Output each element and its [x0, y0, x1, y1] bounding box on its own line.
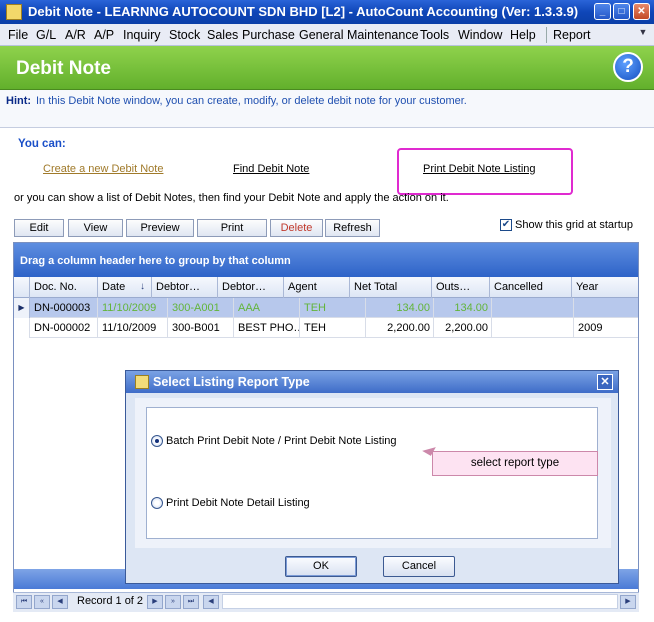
app-icon: [6, 4, 22, 20]
show-grid-startup-checkbox[interactable]: ✔: [500, 219, 512, 231]
cell-date[interactable]: 11/10/2009: [98, 318, 168, 338]
first-record-icon[interactable]: ⏮: [16, 595, 32, 609]
cell-doc-no[interactable]: DN-000003: [30, 298, 98, 318]
view-button[interactable]: View: [68, 219, 123, 237]
batch-print-option-label[interactable]: Batch Print Debit Note / Print Debit Not…: [166, 435, 397, 447]
dialog-title-bar: Select Listing Report Type: [126, 371, 618, 393]
find-debit-note-link[interactable]: Find Debit Note: [233, 163, 309, 175]
menu-purchase[interactable]: Purchase: [242, 28, 295, 42]
table-row[interactable]: ▶ DN-000003 11/10/2009 300-A001 AAA TEH …: [14, 298, 638, 318]
menu-file[interactable]: File: [8, 28, 28, 42]
sort-descending-icon: ↓: [140, 281, 145, 292]
window-title-bar: Debit Note - LEARNNG AUTOCOUNT SDN BHD […: [0, 0, 654, 24]
chevron-down-icon[interactable]: ▼: [636, 27, 650, 43]
menu-sales[interactable]: Sales: [207, 28, 238, 42]
column-header-debtor-code[interactable]: Debtor…: [152, 277, 218, 298]
row-indicator-icon: ▶: [14, 298, 30, 318]
next-record-icon[interactable]: ▶: [147, 595, 163, 609]
menu-separator: [546, 27, 547, 43]
detail-listing-radio[interactable]: [151, 497, 163, 509]
scroll-right-icon[interactable]: ▶: [620, 595, 636, 609]
previous-record-icon[interactable]: ◀: [52, 595, 68, 609]
menu-general-maintenance[interactable]: General Maintenance: [299, 28, 419, 42]
cell-net-total[interactable]: 2,200.00: [366, 318, 434, 338]
dialog-title: Select Listing Report Type: [153, 375, 310, 389]
menu-ap[interactable]: A/P: [94, 28, 114, 42]
cell-net-total[interactable]: 134.00: [366, 298, 434, 318]
show-grid-startup-label: Show this grid at startup: [515, 219, 634, 231]
page-title: Debit Note: [16, 58, 111, 79]
column-header-debtor-name[interactable]: Debtor…: [218, 277, 284, 298]
menu-help[interactable]: Help: [510, 28, 536, 42]
cell-cancelled[interactable]: [492, 298, 574, 318]
hint-label: Hint:: [6, 95, 32, 107]
refresh-button[interactable]: Refresh: [325, 219, 380, 237]
menu-gl[interactable]: G/L: [36, 28, 56, 42]
batch-print-radio[interactable]: [151, 435, 163, 447]
cell-debtor-code[interactable]: 300-B001: [168, 318, 234, 338]
menu-window[interactable]: Window: [458, 28, 502, 42]
maximize-button[interactable]: □: [613, 3, 630, 20]
cell-outstanding[interactable]: 2,200.00: [434, 318, 492, 338]
you-can-heading: You can:: [18, 138, 66, 150]
hint-panel: Hint: In this Debit Note window, you can…: [0, 90, 654, 128]
page-header: Debit Note ?: [0, 46, 654, 90]
column-header-doc-no[interactable]: Doc. No.: [30, 277, 98, 298]
grid-header: Doc. No. Date ↓ Debtor… Debtor… Agent Ne…: [14, 277, 638, 298]
row-indicator: [14, 318, 30, 338]
menu-tools[interactable]: Tools: [420, 28, 449, 42]
cell-agent[interactable]: TEH: [300, 298, 366, 318]
dialog-app-icon: [135, 375, 149, 389]
delete-button[interactable]: Delete: [270, 219, 323, 237]
window-title: Debit Note - LEARNNG AUTOCOUNT SDN BHD […: [28, 4, 579, 19]
hint-text: In this Debit Note window, you can creat…: [36, 95, 467, 107]
column-header-agent[interactable]: Agent: [284, 277, 350, 298]
next-page-icon[interactable]: »: [165, 595, 181, 609]
cancel-button[interactable]: Cancel: [383, 556, 455, 577]
detail-listing-option-label[interactable]: Print Debit Note Detail Listing: [166, 497, 310, 509]
cell-agent[interactable]: TEH: [300, 318, 366, 338]
cell-cancelled[interactable]: [492, 318, 574, 338]
help-icon[interactable]: ?: [613, 52, 643, 82]
select-report-type-callout: select report type: [432, 451, 598, 476]
cell-outstanding[interactable]: 134.00: [434, 298, 492, 318]
column-header-net-total[interactable]: Net Total: [350, 277, 432, 298]
menu-inquiry[interactable]: Inquiry: [123, 28, 161, 42]
highlight-box: [397, 148, 573, 195]
record-counter: Record 1 of 2: [77, 595, 144, 607]
create-debit-note-link[interactable]: Create a new Debit Note: [43, 163, 163, 175]
close-button[interactable]: ✕: [633, 3, 650, 20]
dialog-close-icon[interactable]: ✕: [597, 374, 613, 390]
minimize-button[interactable]: _: [594, 3, 611, 20]
cell-debtor-code[interactable]: 300-A001: [168, 298, 234, 318]
column-header-year[interactable]: Year: [572, 277, 638, 298]
edit-button[interactable]: Edit: [14, 219, 64, 237]
scroll-left-icon[interactable]: ◀: [203, 595, 219, 609]
cell-doc-no[interactable]: DN-000002: [30, 318, 98, 338]
print-button[interactable]: Print: [197, 219, 267, 237]
column-header-cancelled[interactable]: Cancelled: [490, 277, 572, 298]
cell-year[interactable]: [574, 298, 638, 318]
menu-bar: File G/L A/R A/P Inquiry Stock Sales Pur…: [0, 24, 654, 46]
cell-year[interactable]: 2009: [574, 318, 638, 338]
last-record-icon[interactable]: ⏭: [183, 595, 199, 609]
cell-date[interactable]: 11/10/2009: [98, 298, 168, 318]
row-indicator-header: [14, 277, 30, 298]
group-by-panel[interactable]: Drag a column header here to group by th…: [14, 243, 638, 277]
previous-page-icon[interactable]: «: [34, 595, 50, 609]
menu-report[interactable]: Report: [553, 28, 591, 42]
cell-debtor-name[interactable]: AAA: [234, 298, 300, 318]
instructions-text: or you can show a list of Debit Notes, t…: [14, 192, 449, 204]
menu-stock[interactable]: Stock: [169, 28, 200, 42]
ok-button[interactable]: OK: [285, 556, 357, 577]
right-edge: [646, 128, 654, 622]
column-header-outstanding[interactable]: Outs…: [432, 277, 490, 298]
cell-debtor-name[interactable]: BEST PHO…: [234, 318, 300, 338]
preview-button[interactable]: Preview: [126, 219, 194, 237]
horizontal-scrollbar[interactable]: [222, 594, 618, 609]
table-row[interactable]: DN-000002 11/10/2009 300-B001 BEST PHO… …: [14, 318, 638, 338]
group-by-hint: Drag a column header here to group by th…: [20, 255, 291, 267]
menu-ar[interactable]: A/R: [65, 28, 86, 42]
